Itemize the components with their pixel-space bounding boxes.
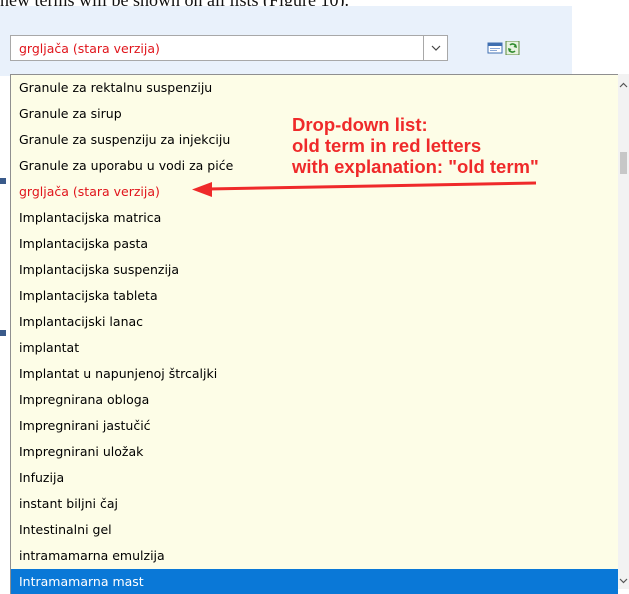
list-item[interactable]: Implantacijska tableta — [11, 283, 618, 309]
combobox-dropdown-button[interactable] — [423, 35, 448, 61]
list-item[interactable]: Implantacijska pasta — [11, 231, 618, 257]
background-edge-mark — [0, 330, 6, 336]
list-item[interactable]: Implantacijska suspenzija — [11, 257, 618, 283]
combobox-selected-value: grgljača (stara verzija) — [19, 41, 160, 56]
list-item[interactable]: Impregnirani uložak — [11, 439, 618, 465]
list-item[interactable]: Implantacijski lanac — [11, 309, 618, 335]
pharmaceutical-form-combobox[interactable]: grgljača (stara verzija) — [10, 35, 448, 61]
list-item[interactable]: Impregnirani jastučić — [11, 413, 618, 439]
list-item[interactable]: Impregnirana obloga — [11, 387, 618, 413]
list-item[interactable]: Implantacijska matrica — [11, 205, 618, 231]
refresh-icon[interactable] — [505, 40, 521, 56]
annotation-callout: Drop-down list: old term in red letters … — [292, 114, 622, 177]
list-item[interactable]: instant biljni čaj — [11, 491, 618, 517]
scroll-down-icon[interactable] — [619, 576, 628, 585]
chevron-down-icon — [431, 45, 441, 51]
list-item[interactable]: Granule za rektalnu suspenziju — [11, 75, 618, 101]
list-item[interactable]: implantat — [11, 335, 618, 361]
window-icon[interactable] — [487, 40, 503, 54]
list-item-selected[interactable]: Intramamarna mast — [11, 569, 618, 594]
list-item[interactable]: Infuzija — [11, 465, 618, 491]
scroll-up-icon[interactable] — [619, 81, 628, 90]
list-item[interactable]: intramamarna emulzija — [11, 543, 618, 569]
annotation-line: Drop-down list: — [292, 114, 428, 135]
annotation-line: old term in red letters — [292, 135, 482, 156]
list-item[interactable]: Intestinalni gel — [11, 517, 618, 543]
annotation-arrow-icon — [192, 181, 537, 197]
list-item[interactable]: Implantat u napunjenoj štrcaljki — [11, 361, 618, 387]
annotation-line: with explanation: "old term" — [292, 156, 539, 177]
background-edge-mark — [0, 178, 6, 184]
